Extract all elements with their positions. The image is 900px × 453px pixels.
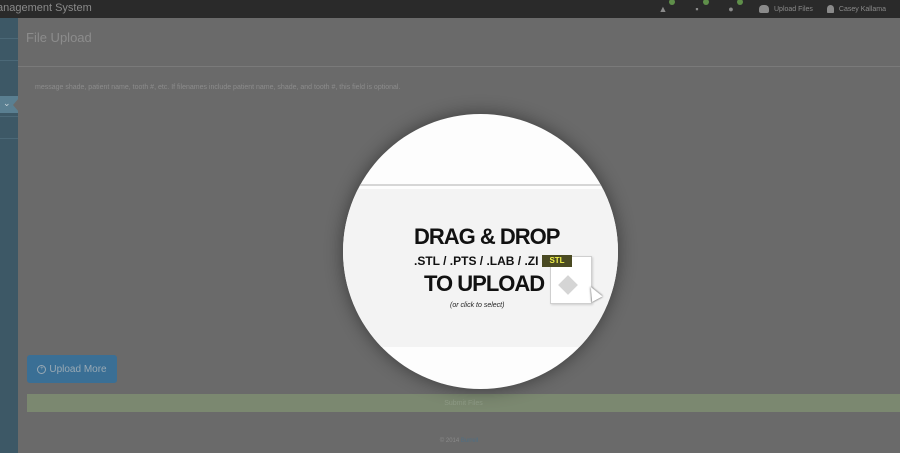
upload-more-label: Upload More: [49, 363, 107, 375]
dropzone-hint: (or click to select): [450, 302, 505, 309]
stl-file-tag: STL: [542, 255, 572, 267]
submit-files-button[interactable]: Submit Files: [27, 394, 900, 412]
cloud-upload-icon: [759, 5, 769, 13]
upload-files-link[interactable]: Upload Files: [759, 5, 813, 13]
user-menu[interactable]: Casey Kallama: [826, 5, 886, 13]
sidebar: ⌄: [0, 18, 19, 453]
chevron-down-icon[interactable]: ⌄: [3, 98, 11, 109]
messages-badge: [737, 0, 743, 5]
sidebar-divider: [0, 60, 18, 61]
dropzone-file-types: .STL / .PTS / .LAB / .ZI: [414, 254, 539, 268]
dropzone-heading: DRAG & DROP: [414, 224, 560, 249]
footer-link[interactable]: Burrell: [461, 438, 478, 444]
dropzone-top-border: [343, 184, 618, 186]
footer: © 2014 Burrell: [18, 438, 900, 444]
messages-icon[interactable]: ●: [725, 0, 743, 14]
brand-title[interactable]: anagement System: [0, 2, 92, 14]
top-navbar: anagement System ▲ ▪ ● Upload Files Case…: [0, 0, 900, 18]
dropzone-subheading: TO UPLOAD: [424, 271, 545, 296]
dropzone-magnifier: DRAG & DROP .STL / .PTS / .LAB / .ZI TO …: [343, 114, 618, 389]
notification-badge: [669, 0, 675, 5]
title-divider: [18, 66, 900, 67]
navbar-right: ▲ ▪ ● Upload Files Casey Kallama: [657, 0, 900, 18]
tasks-badge: [703, 0, 709, 5]
user-icon: [826, 5, 834, 13]
sidebar-divider: [0, 38, 18, 39]
submit-files-label: Submit Files: [444, 399, 483, 407]
footer-copyright: © 2014: [439, 438, 460, 444]
sidebar-divider: [0, 138, 18, 139]
upload-files-label: Upload Files: [774, 5, 813, 13]
tasks-icon[interactable]: ▪: [691, 0, 709, 14]
instructions-text: message shade, patient name, tooth #, et…: [35, 84, 401, 91]
page-title: File Upload: [26, 30, 92, 45]
sidebar-divider: [0, 116, 18, 117]
user-name: Casey Kallama: [838, 5, 886, 13]
plus-circle-icon: +: [37, 364, 47, 374]
upload-more-button[interactable]: + Upload More: [27, 355, 117, 383]
notification-icon[interactable]: ▲: [657, 0, 675, 14]
